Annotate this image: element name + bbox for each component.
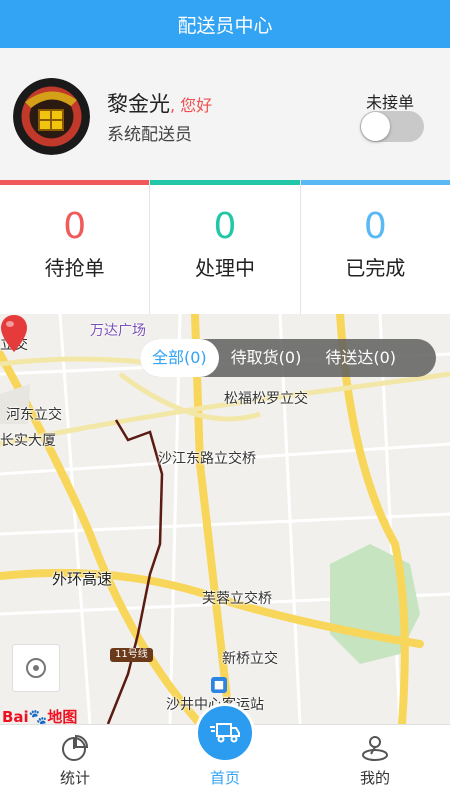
- nav-label: 统计: [59, 769, 90, 787]
- stat-value: 0: [213, 206, 237, 247]
- stat-color-bar: [300, 180, 450, 185]
- accept-orders-toggle[interactable]: [360, 111, 424, 142]
- bottom-navigation: 统计 首页 我的: [0, 703, 450, 800]
- greeting: , 您好: [170, 96, 213, 115]
- stat-color-bar: [150, 180, 300, 185]
- baidu-map-logo: Bai🐾地图: [2, 706, 77, 724]
- stat-label: 已完成: [345, 256, 406, 280]
- stat-label: 处理中: [194, 256, 255, 280]
- order-stats: 0 待抢单 0 处理中 0 已完成: [0, 180, 450, 314]
- metro-line-badge: 11号线: [110, 648, 153, 662]
- home-button[interactable]: [195, 703, 255, 763]
- stat-label: 待抢单: [44, 256, 105, 280]
- map-label: 外环高速: [52, 570, 113, 588]
- map-label: 万达广场: [90, 323, 146, 339]
- stat-processing[interactable]: 0 处理中: [150, 180, 301, 314]
- map-label: 河东立交: [6, 407, 62, 423]
- order-status-label: 未接单: [366, 93, 415, 112]
- tab-to-deliver[interactable]: 待送达(0): [313, 339, 408, 377]
- header-bar: 配送员中心: [0, 0, 450, 48]
- nav-label: 首页: [209, 769, 240, 787]
- delivery-map[interactable]: 全部(0) 待取货(0) 待送达(0) 万达广场 立交 松福松罗立交 河东立交 …: [0, 314, 450, 724]
- nav-statistics[interactable]: 统计: [0, 725, 150, 800]
- stat-completed[interactable]: 0 已完成: [300, 180, 450, 314]
- crosshair-icon: [26, 658, 46, 678]
- tab-to-pickup[interactable]: 待取货(0): [219, 339, 314, 377]
- locate-me-button[interactable]: [12, 644, 60, 692]
- logo-text: Bai: [2, 708, 29, 724]
- paw-icon: 🐾: [28, 708, 48, 724]
- map-label: 沙江东路立交桥: [158, 451, 256, 467]
- bus-station-icon: ■: [211, 677, 227, 693]
- page-title: 配送员中心: [177, 14, 273, 37]
- tab-all[interactable]: 全部(0): [140, 339, 219, 377]
- logo-map-text: 地图: [47, 708, 78, 724]
- user-name-row: 黎金光, 您好: [107, 88, 212, 118]
- user-name: 黎金光: [107, 92, 170, 116]
- profile-section: 黎金光, 您好 系统配送员 未接单: [0, 48, 450, 180]
- stat-color-bar: [0, 180, 150, 185]
- map-label: 长实大厦: [0, 433, 56, 449]
- stat-pending-grab[interactable]: 0 待抢单: [0, 180, 151, 314]
- map-label: 芙蓉立交桥: [202, 591, 272, 607]
- avatar[interactable]: [13, 78, 90, 155]
- stat-value: 0: [63, 206, 87, 247]
- map-label: 松福松罗立交: [224, 391, 308, 407]
- nav-label: 我的: [359, 769, 390, 787]
- toggle-knob: [361, 112, 390, 141]
- map-label: 新桥立交: [222, 651, 278, 667]
- location-pin-icon[interactable]: [0, 314, 28, 354]
- nav-mine[interactable]: 我的: [300, 725, 450, 800]
- stat-value: 0: [363, 206, 387, 247]
- pie-chart-icon: [62, 734, 89, 761]
- order-filter-tabs: 全部(0) 待取货(0) 待送达(0): [140, 339, 436, 377]
- user-location-icon: [362, 736, 388, 761]
- delivery-truck-icon: [210, 723, 240, 743]
- nav-home[interactable]: 首页: [150, 703, 300, 800]
- user-role: 系统配送员: [107, 125, 192, 145]
